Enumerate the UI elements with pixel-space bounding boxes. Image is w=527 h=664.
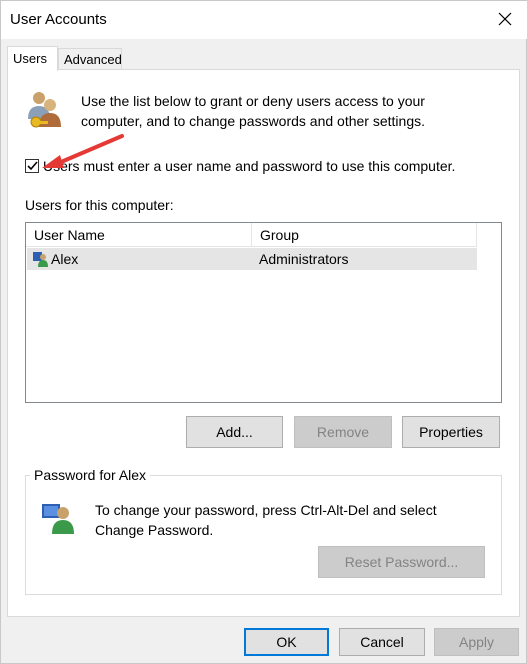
users-list[interactable]: User Name Group Alex Administrators xyxy=(25,222,502,403)
tab-users[interactable]: Users xyxy=(7,46,58,71)
table-row[interactable]: Alex Administrators xyxy=(27,248,477,270)
tab-advanced[interactable]: Advanced xyxy=(58,48,122,70)
user-name-cell: Alex xyxy=(33,251,78,267)
close-button[interactable] xyxy=(482,1,527,37)
reset-password-button[interactable]: Reset Password... xyxy=(318,546,485,578)
admin-user-icon xyxy=(33,252,48,267)
require-login-checkbox[interactable] xyxy=(25,159,39,173)
close-icon xyxy=(498,12,512,26)
apply-button[interactable]: Apply xyxy=(434,628,519,656)
users-list-label: Users for this computer: xyxy=(25,197,174,213)
tab-users-label: Users xyxy=(13,51,47,66)
users-tab-panel: Use the list below to grant or deny user… xyxy=(7,69,520,617)
user-accounts-dialog: User Accounts Users Advanced Use the lis… xyxy=(0,0,527,664)
password-instructions: To change your password, press Ctrl-Alt-… xyxy=(95,502,437,538)
title-bar: User Accounts xyxy=(1,1,527,39)
list-header: User Name Group xyxy=(26,223,477,247)
cancel-button[interactable]: Cancel xyxy=(339,628,425,656)
column-header-user-name[interactable]: User Name xyxy=(26,223,252,247)
ok-button[interactable]: OK xyxy=(244,628,329,656)
password-group-title: Password for Alex xyxy=(30,467,151,483)
column-header-group[interactable]: Group xyxy=(252,223,477,247)
intro-text: Use the list below to grant or deny user… xyxy=(81,93,425,129)
password-user-icon xyxy=(42,504,74,534)
remove-button[interactable]: Remove xyxy=(294,416,392,448)
window-title: User Accounts xyxy=(10,11,107,28)
user-name-text: Alex xyxy=(51,251,79,267)
tab-advanced-label: Advanced xyxy=(64,52,122,67)
red-arrow-annotation-icon xyxy=(42,134,124,168)
users-icon xyxy=(28,92,61,128)
properties-button[interactable]: Properties xyxy=(402,416,500,448)
group-cell: Administrators xyxy=(259,251,349,267)
checkmark-icon xyxy=(26,161,38,171)
add-button[interactable]: Add... xyxy=(186,416,283,448)
